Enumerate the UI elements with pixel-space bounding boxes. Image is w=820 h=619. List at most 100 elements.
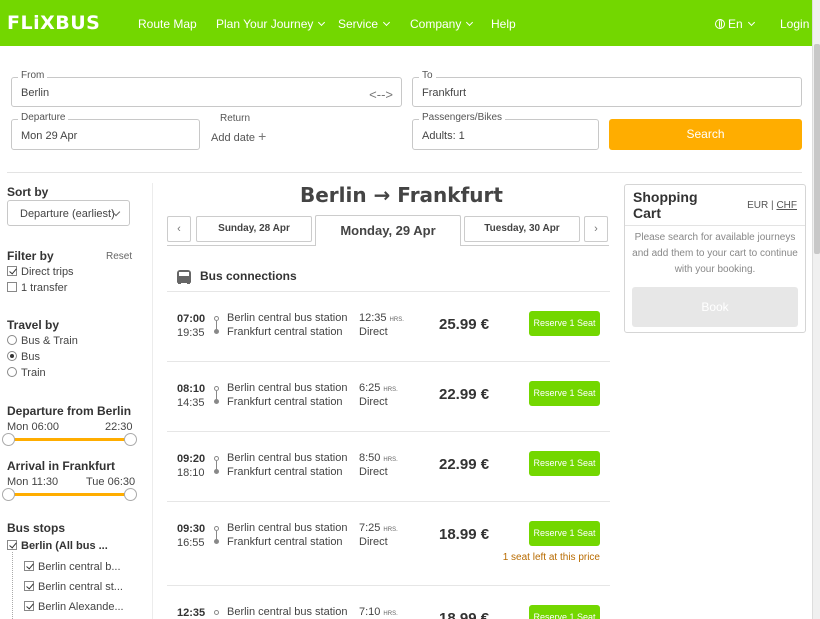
arrival-slider-max-handle[interactable] [124,488,137,501]
departure-label: Departure [18,112,69,123]
hours-unit: HRS. [383,611,398,617]
trip-type: Direct [359,466,388,478]
tab-date-prev[interactable]: Sunday, 28 Apr [196,216,312,242]
page-scrollbar[interactable] [812,0,820,619]
chevron-down-icon [466,18,474,27]
passengers-value: Adults: 1 [422,130,465,142]
departure-from-heading: Departure from Berlin [7,404,132,418]
to-station: Frankfurt central station [227,326,343,338]
top-navigation-bar: FLiXBUS Route Map Plan Your Journey Serv… [0,0,812,46]
to-field[interactable]: To Frankfurt [412,70,802,107]
hours-unit: HRS. [383,387,398,393]
duration: 12:35 HRS. [359,312,404,324]
reserve-seat-button[interactable]: Reserve 1 Seat [529,521,600,546]
to-value: Frankfurt [422,87,467,99]
sort-select-value: Departure (earliest) [20,208,115,220]
nav-company[interactable]: Company [410,17,474,31]
route-line [216,531,217,539]
route-end-dot [214,399,219,404]
cart-empty-message: Please search for available journeys and… [632,232,798,275]
bus-radio[interactable] [7,351,17,361]
reserve-seat-button[interactable]: Reserve 1 Seat [529,605,600,619]
one-transfer-label: 1 transfer [21,282,68,294]
from-station: Berlin central bus station [227,382,348,394]
direct-trips-checkbox[interactable] [7,266,17,276]
stop-tree-line [12,552,13,619]
reserve-seat-button[interactable]: Reserve 1 Seat [529,381,600,406]
tab-date-current[interactable]: Monday, 29 Apr [315,215,461,246]
arrival-time: 14:35 [177,397,205,409]
departure-value: Mon 29 Apr [21,130,78,142]
departure-time: 12:35 [177,607,206,619]
duration: 8:50 HRS. [359,452,398,464]
sort-select[interactable]: Departure (earliest) [7,200,130,226]
flixbus-logo[interactable]: FLiXBUS [7,12,100,34]
train-radio[interactable] [7,367,17,377]
return-label: Return [220,113,251,124]
route-end-dot [214,469,219,474]
stop-berlin-central-bus-label: Berlin central b... [38,561,121,573]
connection-row: 12:35 Berlin central bus station 7:10 HRS… [167,585,610,619]
duration-value: 8:50 [359,452,381,464]
departure-slider-max-handle[interactable] [124,433,137,446]
stop-berlin-central-station-label: Berlin central st... [38,581,123,593]
departure-time-slider-track[interactable] [8,438,132,441]
login-link[interactable]: Login [780,17,809,31]
scrollbar-thumb[interactable] [814,44,820,254]
passengers-field[interactable]: Passengers/Bikes Adults: 1 [412,112,599,150]
price: 22.99 € [439,386,490,403]
add-return-date-button[interactable]: Add date + [211,128,266,144]
departure-time: 08:10 [177,383,206,395]
bus-icon [177,270,191,284]
stop-berlin-central-station-checkbox[interactable] [24,581,34,591]
nav-plan-your-journey[interactable]: Plan Your Journey [216,17,326,31]
stop-berlin-alexanderplatz-label: Berlin Alexande... [38,601,124,613]
departure-date-field[interactable]: Departure Mon 29 Apr [11,112,200,150]
next-day-arrow[interactable]: › [584,216,608,242]
from-field[interactable]: From Berlin <--> [11,70,402,107]
chevron-down-icon [747,18,755,27]
connection-row: 09:30 16:55 Berlin central bus station F… [167,501,610,585]
stop-berlin-alexanderplatz-checkbox[interactable] [24,601,34,611]
price: 25.99 € [439,316,490,333]
reset-filters-link[interactable]: Reset [106,251,132,262]
nav-route-map[interactable]: Route Map [138,17,197,31]
duration: 6:25 HRS. [359,382,398,394]
route-line [216,321,217,329]
seat-availability-note: 1 seat left at this price [502,552,600,563]
stop-berlin-all-checkbox[interactable] [7,540,17,550]
previous-day-arrow[interactable]: ‹ [167,216,191,242]
departure-slider-min-handle[interactable] [2,433,15,446]
tab-date-next[interactable]: Tuesday, 30 Apr [464,216,580,242]
duration-value: 6:25 [359,382,381,394]
to-station: Frankfurt central station [227,466,343,478]
route-end-dot [214,539,219,544]
language-selector[interactable]: En [715,17,755,31]
arrival-slider-min-handle[interactable] [2,488,15,501]
book-button[interactable]: Book [632,287,798,327]
bus-and-train-radio[interactable] [7,335,17,345]
one-transfer-checkbox[interactable] [7,282,17,292]
from-station: Berlin central bus station [227,606,348,618]
filter-by-heading: Filter by [7,249,54,263]
reserve-seat-button[interactable]: Reserve 1 Seat [529,311,600,336]
hours-unit: HRS. [389,317,404,323]
tab-underline [461,245,609,246]
stop-berlin-central-bus-checkbox[interactable] [24,561,34,571]
nav-service[interactable]: Service [338,17,391,31]
currency-eur[interactable]: EUR [747,200,768,211]
swap-direction-icon[interactable]: <--> [369,87,393,102]
departure-time: 07:00 [177,313,206,325]
trip-type: Direct [359,536,388,548]
sort-by-heading: Sort by [7,185,49,199]
nav-help[interactable]: Help [491,17,516,31]
train-label: Train [21,367,46,379]
search-button[interactable]: Search [609,119,802,150]
language-label: En [728,17,743,31]
departure-max-time: 22:30 [105,421,133,433]
reserve-seat-button[interactable]: Reserve 1 Seat [529,451,600,476]
currency-chf[interactable]: CHF [776,200,797,211]
duration-value: 12:35 [359,312,387,324]
from-station: Berlin central bus station [227,312,348,324]
arrival-time-slider-track[interactable] [8,493,132,496]
